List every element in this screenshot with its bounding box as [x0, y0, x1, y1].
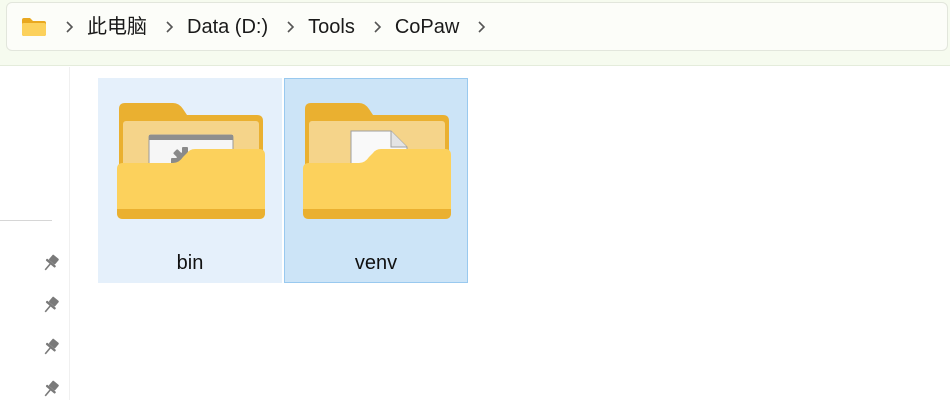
- file-explorer-window: 此电脑 Data (D:) Tools CoPaw bin venv: [0, 0, 950, 400]
- chevron-right-icon[interactable]: [369, 19, 385, 35]
- folder-with-app-icon: [117, 103, 265, 219]
- breadcrumb-this-pc[interactable]: 此电脑: [87, 15, 147, 39]
- folder-icon: [22, 17, 46, 36]
- chevron-right-icon[interactable]: [61, 19, 77, 35]
- breadcrumb-tools[interactable]: Tools: [308, 15, 355, 39]
- folder-item-bin[interactable]: bin: [98, 78, 282, 283]
- pin-icon[interactable]: [40, 378, 62, 400]
- breadcrumb-data-drive[interactable]: Data (D:): [187, 15, 268, 39]
- breadcrumb-copaw[interactable]: CoPaw: [395, 15, 459, 39]
- chevron-right-icon[interactable]: [473, 19, 489, 35]
- chevron-right-icon[interactable]: [161, 19, 177, 35]
- pin-icon[interactable]: [40, 252, 62, 274]
- folder-name: venv: [354, 252, 398, 274]
- pin-icon[interactable]: [40, 336, 62, 358]
- address-band: 此电脑 Data (D:) Tools CoPaw: [0, 0, 950, 66]
- nav-divider: [0, 220, 52, 221]
- address-bar[interactable]: 此电脑 Data (D:) Tools CoPaw: [6, 2, 948, 51]
- navigation-pane: [0, 67, 70, 400]
- folder-name: bin: [176, 252, 204, 274]
- chevron-right-icon[interactable]: [282, 19, 298, 35]
- pin-icon[interactable]: [40, 294, 62, 316]
- file-list: bin venv: [71, 67, 950, 400]
- folder-item-venv[interactable]: venv: [284, 78, 468, 283]
- folder-with-file-icon: [303, 103, 451, 219]
